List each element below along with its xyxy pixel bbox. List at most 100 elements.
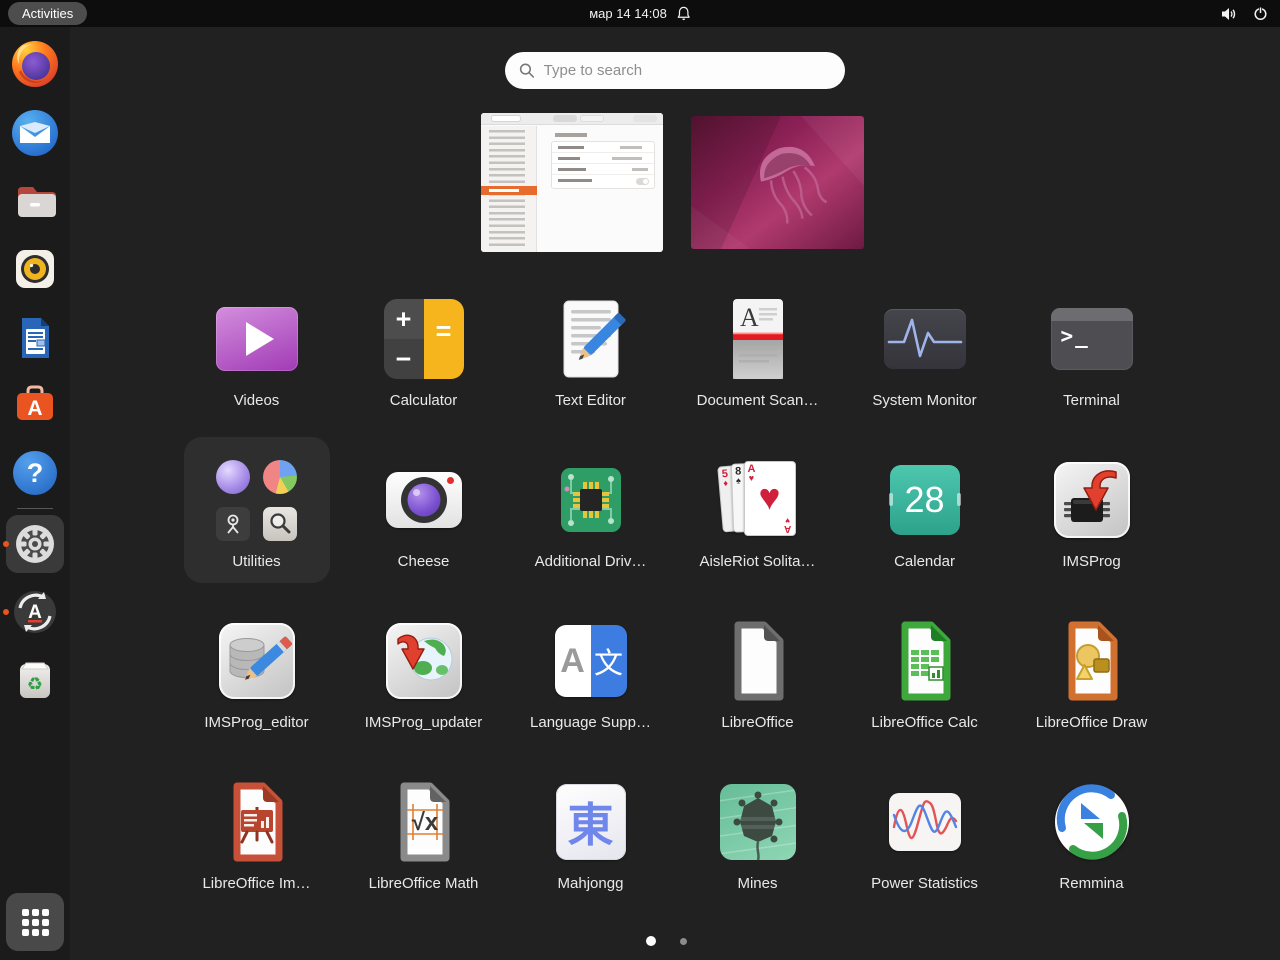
libreoffice-writer-icon[interactable] [11,314,59,362]
preview-toggle [636,177,649,185]
cjk-letter: 文 [590,625,627,697]
ubuntu-software-icon[interactable]: A [11,380,59,428]
app-label: Calculator [389,392,458,409]
power-icon [1254,7,1267,21]
app-label: IMSProg [1062,553,1121,570]
app-label: Mahjongg [557,875,624,892]
help-icon[interactable]: ? [11,449,59,497]
app-label: Mines [737,875,778,892]
settings-icon [16,525,54,563]
app-cheese[interactable]: Cheese [340,459,507,620]
app-videos[interactable]: Videos [173,298,340,459]
gnome-activities-overview: { "topbar": { "activities_label": "Activ… [0,0,1280,960]
software-updater-icon[interactable]: A [11,588,59,636]
mahjongg-east-glyph: 東 [567,799,614,851]
system-monitor-icon [883,298,966,380]
page-dot-1-active[interactable] [646,936,656,946]
app-remmina[interactable]: Remmina [1008,781,1175,942]
app-libreoffice[interactable]: LibreOffice [674,620,841,781]
app-mahjongg[interactable]: 東 Mahjongg [507,781,674,942]
calendar-icon: 28 [884,459,966,541]
app-imsprog[interactable]: IMSProg [1008,459,1175,620]
preview-heading [555,133,587,137]
svg-text:?: ? [27,458,44,488]
app-label: LibreOffice Math [368,875,479,892]
app-label: Additional Driv… [534,553,647,570]
app-mines[interactable]: Mines [674,781,841,942]
window-preview-settings[interactable] [481,113,663,252]
app-label: Remmina [1059,875,1124,892]
app-label: LibreOffice Draw [1035,714,1148,731]
calendar-day-number: 28 [904,479,945,520]
search-input[interactable] [543,62,831,79]
page-dot-2[interactable] [680,937,687,945]
app-label: Terminal [1063,392,1120,409]
app-imsprog-updater[interactable]: IMSProg_updater [340,620,507,781]
app-calendar[interactable]: 28 Calendar [841,459,1008,620]
svg-text:A: A [27,397,42,420]
scope-utility-icon [216,506,250,541]
app-libreoffice-math[interactable]: √x LibreOffice Math [340,781,507,942]
trash-icon[interactable]: ♻ [11,656,59,704]
activities-button[interactable]: Activities [8,2,88,25]
app-additional-drivers[interactable]: Additional Driv… [507,459,674,620]
app-terminal[interactable]: >_ Terminal [1008,298,1175,459]
app-folder-utilities[interactable]: Utilities [173,437,340,620]
show-applications-button[interactable] [6,893,64,951]
page-indicator [646,936,687,946]
app-libreoffice-draw[interactable]: LibreOffice Draw [1008,620,1175,781]
libreoffice-calc-icon [884,620,966,702]
preview-titlebar [481,113,663,125]
app-label: LibreOffice Im… [202,875,311,892]
settings-icon-active-box[interactable] [6,515,64,573]
disk-usage-pie-icon [263,459,297,494]
dock-separator [17,508,53,509]
remmina-icon [1051,781,1133,863]
app-label: Power Statistics [871,875,978,892]
calculator-icon: + − = [383,298,465,380]
apps-grid-icon [20,907,50,937]
search-bar[interactable] [505,52,845,89]
clock-button[interactable]: мар 14 14:08 [589,0,691,27]
text-editor-icon [550,298,632,380]
app-language-support[interactable]: A 文 Language Supp… [507,620,674,781]
language-support-icon: A 文 [550,620,632,702]
power-statistics-icon [884,781,966,863]
updater-running-dot [3,609,9,615]
playing-card-ace-of-hearts: A ♥ ♥ A ♥ [743,461,796,536]
app-libreoffice-impress[interactable]: LibreOffice Im… [173,781,340,942]
app-document-scanner[interactable]: A Document Scan… [674,298,841,459]
folder-label: Utilities [232,553,281,570]
thunderbird-icon[interactable] [11,109,59,157]
app-label: LibreOffice Calc [871,714,978,731]
app-aisleriot[interactable]: 5 ♦ 8 ♠ A ♥ ♥ A ♥ AisleRiot Solita… [674,459,841,620]
settings-running-dot [3,541,9,547]
libreoffice-icon [717,620,799,702]
files-icon[interactable] [11,177,59,225]
app-calculator[interactable]: + − = Calculator [340,298,507,459]
window-preview-wallpaper[interactable] [691,116,864,249]
app-label: LibreOffice [721,714,794,731]
magnifier-utility-icon [263,506,297,541]
document-scanner-icon: A [717,298,799,380]
app-label: Calendar [894,553,955,570]
app-power-statistics[interactable]: Power Statistics [841,781,1008,942]
app-imsprog-editor[interactable]: IMSProg_editor [173,620,340,781]
dash-dock: A ? A ♻ [0,27,70,960]
top-bar: Activities мар 14 14:08 [0,0,1280,27]
libreoffice-impress-icon [216,781,298,863]
app-label: IMSProg_editor [204,714,309,731]
cheese-icon [383,459,465,541]
app-libreoffice-calc[interactable]: LibreOffice Calc [841,620,1008,781]
rhythmbox-icon[interactable] [11,245,59,293]
preview-sidebar-active-row [481,186,537,195]
preview-settings-panel [551,141,655,189]
app-text-editor[interactable]: Text Editor [507,298,674,459]
system-status-menu[interactable] [1220,0,1268,27]
app-system-monitor[interactable]: System Monitor [841,298,1008,459]
heart-suit-icon: ♥ [758,475,781,517]
app-label: IMSProg_updater [364,714,483,731]
app-label: Document Scan… [696,392,819,409]
imsprog-icon [1051,459,1133,541]
firefox-icon[interactable] [11,40,59,88]
